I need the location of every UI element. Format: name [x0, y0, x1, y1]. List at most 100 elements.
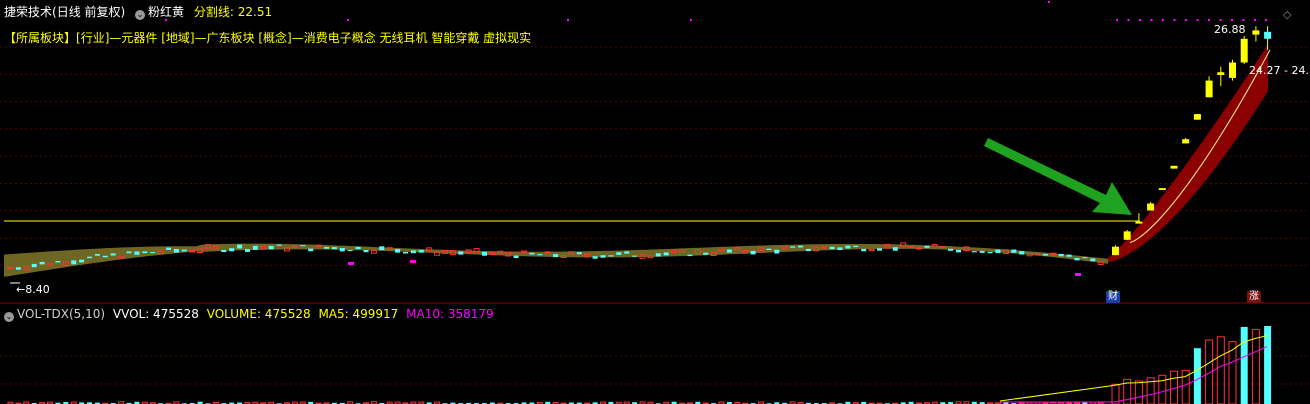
sector-text: [行业]—元器件 [地域]—广东板块 [概念]—消费电子概念 无线耳机 智能穿戴…: [76, 31, 532, 45]
candle: [1135, 221, 1143, 224]
candle: [379, 246, 385, 251]
signal-dot: [690, 19, 692, 21]
candle: [110, 253, 116, 256]
signal-dot: [1139, 19, 1141, 21]
ma5-line: [999, 335, 1268, 402]
volume-bar: [1193, 348, 1201, 404]
candle: [229, 248, 235, 252]
sector-bracket: 【所属板块】: [4, 31, 77, 45]
volume-bar: [1264, 326, 1272, 404]
candle: [324, 247, 329, 249]
earnings-marker[interactable]: 财: [1106, 291, 1120, 303]
limit-up-marker[interactable]: 涨: [1247, 291, 1261, 303]
candle: [363, 250, 369, 253]
candle: [15, 267, 21, 270]
candle: [102, 255, 108, 258]
low-price-label: ←8.40: [16, 283, 50, 296]
candle: [276, 244, 282, 246]
chart-title-bar: 捷荣技术(日线 前复权) ⌄ 粉红黄 分割线: 22.51: [4, 5, 272, 20]
signal-dot: [1116, 19, 1118, 21]
indicator-name[interactable]: 粉红黄: [148, 5, 184, 19]
candle: [877, 248, 882, 251]
candle: [150, 252, 156, 254]
candle: [892, 247, 898, 251]
candle: [1193, 114, 1201, 120]
candle: [395, 249, 401, 253]
candle: [1090, 258, 1096, 262]
signal-dot: [1173, 19, 1176, 21]
candle: [426, 247, 433, 251]
trend-red-band: [1108, 44, 1268, 263]
candle: [71, 260, 77, 265]
candle: [537, 254, 543, 256]
candle: [1252, 30, 1260, 35]
right-range-label: 24.27 - 24.3: [1249, 64, 1310, 77]
candle: [237, 244, 243, 249]
candle: [900, 242, 907, 247]
signal-dot: [1162, 19, 1164, 21]
candle: [458, 251, 464, 255]
volume-indicator-title[interactable]: VOL-TDX(5,10): [17, 307, 105, 321]
candle: [553, 254, 559, 258]
candle: [979, 250, 985, 253]
candle: [221, 250, 227, 253]
candle: [1182, 139, 1190, 144]
candle: [181, 249, 187, 252]
candle: [687, 254, 693, 257]
candle: [300, 245, 306, 247]
candle: [837, 247, 843, 250]
candle: [1158, 188, 1166, 191]
candle: [655, 253, 661, 257]
candle: [134, 251, 140, 255]
candle: [1058, 253, 1064, 257]
candle: [861, 248, 867, 252]
candle: [1205, 80, 1213, 98]
ma10-line: [1000, 346, 1268, 403]
indicator-dropdown-icon[interactable]: ⌄: [135, 10, 146, 20]
candle-highlight: [348, 262, 354, 265]
signal-dot: [347, 19, 349, 21]
high-price-label: 26.88: [1214, 23, 1246, 36]
signal-dot: [1127, 19, 1130, 21]
volume-bar: [1251, 328, 1260, 404]
candle: [774, 249, 780, 254]
candle: [1066, 254, 1072, 257]
candle: [308, 248, 314, 252]
candle: [750, 250, 756, 255]
volume-indicator-dropdown-icon[interactable]: ⌄: [4, 312, 14, 322]
candle: [798, 245, 803, 248]
candle: [868, 248, 875, 252]
candle: [94, 254, 100, 256]
candle: [592, 256, 598, 259]
candle: [632, 255, 638, 257]
candle: [31, 263, 37, 268]
volume-bar: [1240, 326, 1248, 404]
candle: [55, 261, 61, 263]
candle: [355, 246, 361, 250]
candle: [939, 246, 946, 248]
candle: [410, 250, 416, 254]
candle: [616, 252, 622, 255]
vvol-value: VVOL: 475528: [112, 307, 199, 321]
candle: [845, 245, 851, 249]
volume-value: VOLUME: 475528: [206, 307, 311, 321]
candle: [987, 251, 993, 254]
candle: [1074, 258, 1080, 261]
candle: [1011, 249, 1017, 253]
panel-up-icon[interactable]: ◇: [1283, 8, 1291, 21]
candle: [331, 247, 337, 250]
candle: [971, 251, 977, 253]
candle: [576, 252, 582, 255]
candle: [1112, 246, 1119, 256]
candle: [1229, 62, 1236, 78]
candle: [1082, 257, 1088, 259]
candle: [126, 251, 132, 254]
candle: [1097, 261, 1104, 266]
candle: [1240, 38, 1248, 63]
candle: [347, 250, 353, 251]
candle: [252, 245, 258, 250]
candle: [608, 255, 614, 257]
signal-dot: [1196, 19, 1199, 21]
ma10-value: MA10: 358179: [406, 307, 494, 321]
candle: [370, 250, 377, 254]
